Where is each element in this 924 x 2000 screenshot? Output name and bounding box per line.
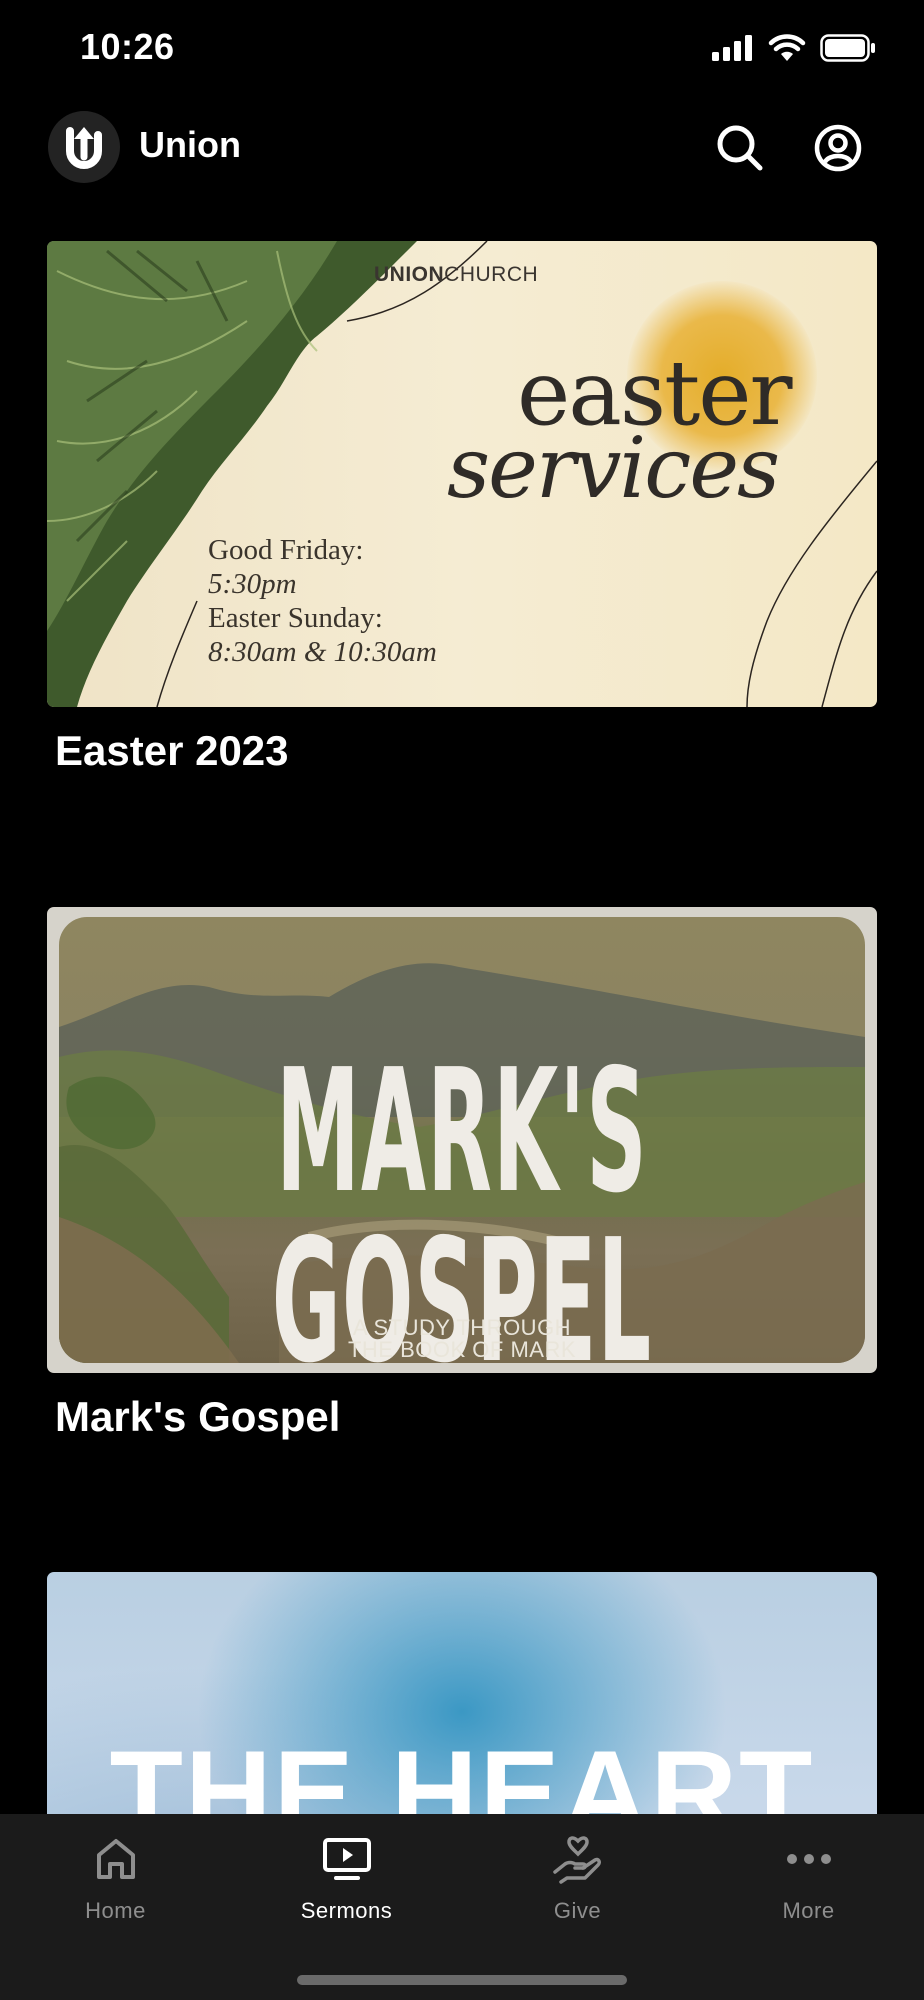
- artwork-subtitle: A STUDY THROUGH THE BOOK OF MARK: [59, 1317, 865, 1361]
- series-card-the-heart[interactable]: THE HEART: [47, 1572, 877, 1814]
- tab-home[interactable]: Home: [0, 1834, 231, 1944]
- schedule-line-3: Easter Sunday:: [208, 602, 383, 634]
- series-artwork[interactable]: UNIONCHURCH easter services Good Friday:…: [47, 241, 877, 707]
- cellular-signal-icon: [712, 35, 752, 61]
- schedule-line-4: 8:30am & 10:30am: [208, 636, 437, 668]
- series-card-marks-gospel[interactable]: MARK'S GOSPEL A STUDY THROUGH THE BOOK O…: [47, 907, 877, 1441]
- artwork-subtitle-1: A STUDY THROUGH: [352, 1315, 572, 1340]
- tab-label: Home: [85, 1898, 146, 1923]
- tab-bar: Home Sermons Give More: [0, 1814, 924, 2000]
- tab-label: Give: [553, 1898, 602, 1923]
- app-logo[interactable]: [48, 111, 120, 183]
- search-button[interactable]: [710, 118, 770, 178]
- tab-give[interactable]: Give: [462, 1834, 693, 1944]
- artwork-brand-bold: UNION: [374, 263, 445, 286]
- profile-icon: [814, 124, 862, 172]
- tab-more[interactable]: More: [693, 1834, 924, 1944]
- union-logo-icon: [66, 127, 102, 169]
- search-icon: [717, 125, 763, 171]
- artwork-painting: MARK'S GOSPEL A STUDY THROUGH THE BOOK O…: [59, 917, 865, 1363]
- series-artwork[interactable]: MARK'S GOSPEL A STUDY THROUGH THE BOOK O…: [47, 907, 877, 1373]
- hand-heart-icon: [552, 1834, 603, 1884]
- tab-sermons[interactable]: Sermons: [231, 1834, 462, 1944]
- tv-play-icon: [322, 1834, 372, 1884]
- series-title[interactable]: Mark's Gospel: [55, 1393, 877, 1441]
- tab-label: Sermons: [300, 1898, 393, 1923]
- artwork-headline-2: services: [447, 419, 780, 517]
- home-indicator[interactable]: [297, 1975, 627, 1985]
- artwork-brand: UNIONCHURCH: [374, 263, 538, 287]
- status-icons: [712, 34, 876, 62]
- series-title[interactable]: Easter 2023: [55, 727, 877, 775]
- wifi-icon: [768, 34, 806, 61]
- artwork-brand-light: CHURCH: [444, 263, 539, 286]
- artwork-headline: THE HEART: [109, 1726, 815, 1814]
- app-title: Union: [139, 124, 241, 165]
- artwork-subtitle-2: THE BOOK OF MARK: [347, 1337, 577, 1362]
- home-icon: [91, 1834, 141, 1884]
- status-bar: 10:26: [0, 0, 924, 100]
- battery-icon: [820, 34, 875, 62]
- series-card-easter[interactable]: UNIONCHURCH easter services Good Friday:…: [47, 241, 877, 775]
- more-dots-icon: [784, 1834, 834, 1884]
- artwork-schedule: Good Friday: 5:30pm Easter Sunday: 8:30a…: [208, 533, 437, 669]
- app-header: Union: [0, 108, 924, 188]
- schedule-line-2: 5:30pm: [208, 568, 297, 600]
- series-artwork[interactable]: THE HEART: [47, 1572, 877, 1814]
- profile-button[interactable]: [808, 118, 868, 178]
- status-time: 10:26: [80, 26, 175, 67]
- schedule-line-1: Good Friday:: [208, 534, 364, 566]
- tab-label: More: [782, 1898, 835, 1923]
